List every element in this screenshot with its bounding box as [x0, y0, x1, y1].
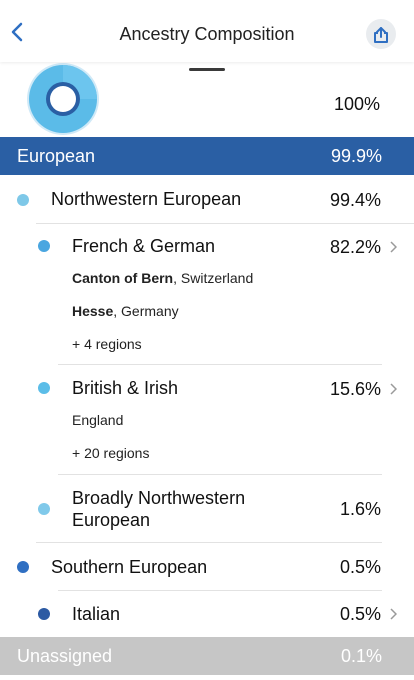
unassigned-percent: 0.1%	[340, 645, 382, 666]
total-percent: 100%	[333, 94, 380, 114]
northwestern-label: Northwestern European	[51, 189, 242, 209]
region-item: Hesse, Germany	[72, 303, 179, 319]
european-row[interactable]: European 99.9%	[0, 137, 414, 175]
northwestern-percent: 99.4%	[329, 190, 381, 210]
region-item: England	[72, 412, 124, 428]
british-irish-label: British & Irish	[72, 378, 179, 398]
unassigned-row[interactable]: Unassigned 0.1%	[0, 637, 414, 675]
more-regions: + 20 regions	[72, 445, 150, 461]
french-german-percent: 82.2%	[329, 237, 381, 257]
share-icon	[374, 27, 388, 43]
ancestry-donut-chart	[27, 63, 99, 135]
navigation-header: Ancestry Composition	[0, 0, 414, 62]
french-german-label: French & German	[72, 236, 216, 256]
italian-label: Italian	[72, 604, 121, 624]
northwestern-european-row[interactable]: Northwestern European 99.4%	[0, 178, 414, 222]
chevron-right-icon	[390, 383, 397, 395]
southern-percent: 0.5%	[339, 557, 381, 577]
drag-handle[interactable]	[189, 68, 225, 71]
region-item: Canton of Bern, Switzerland	[72, 270, 253, 286]
italian-color-dot	[38, 608, 50, 620]
french-german-color-dot	[38, 240, 50, 252]
share-button[interactable]	[366, 19, 396, 49]
more-regions: + 4 regions	[72, 336, 142, 352]
broadly-northwestern-percent: 1.6%	[339, 499, 381, 519]
broadly-northwestern-row[interactable]: Broadly Northwestern European 1.6%	[0, 475, 414, 541]
unassigned-label: Unassigned	[17, 645, 113, 666]
british-irish-percent: 15.6%	[329, 379, 381, 399]
region-name: Hesse	[72, 303, 114, 319]
european-label: European	[17, 145, 96, 166]
broadly-northwestern-label-line2: European	[72, 510, 151, 530]
chevron-right-icon	[390, 608, 397, 620]
southern-european-row[interactable]: Southern European 0.5%	[0, 543, 414, 589]
broadly-northwestern-color-dot	[38, 503, 50, 515]
british-irish-row[interactable]: British & Irish 15.6% England + 20 regio…	[0, 365, 414, 473]
southern-color-dot	[17, 561, 29, 573]
region-country: , Switzerland	[173, 270, 254, 286]
british-irish-color-dot	[38, 382, 50, 394]
chevron-right-icon	[390, 241, 397, 253]
southern-label: Southern European	[51, 557, 208, 577]
european-percent: 99.9%	[330, 145, 382, 166]
french-german-row[interactable]: French & German 82.2% Canton of Bern, Sw…	[0, 224, 414, 364]
italian-row[interactable]: Italian 0.5%	[0, 591, 414, 637]
region-name: Canton of Bern	[72, 270, 174, 286]
northwestern-color-dot	[17, 194, 29, 206]
broadly-northwestern-label-line1: Broadly Northwestern	[72, 488, 246, 508]
region-country: , Germany	[113, 303, 179, 319]
page-title: Ancestry Composition	[119, 24, 295, 44]
italian-percent: 0.5%	[339, 604, 381, 624]
